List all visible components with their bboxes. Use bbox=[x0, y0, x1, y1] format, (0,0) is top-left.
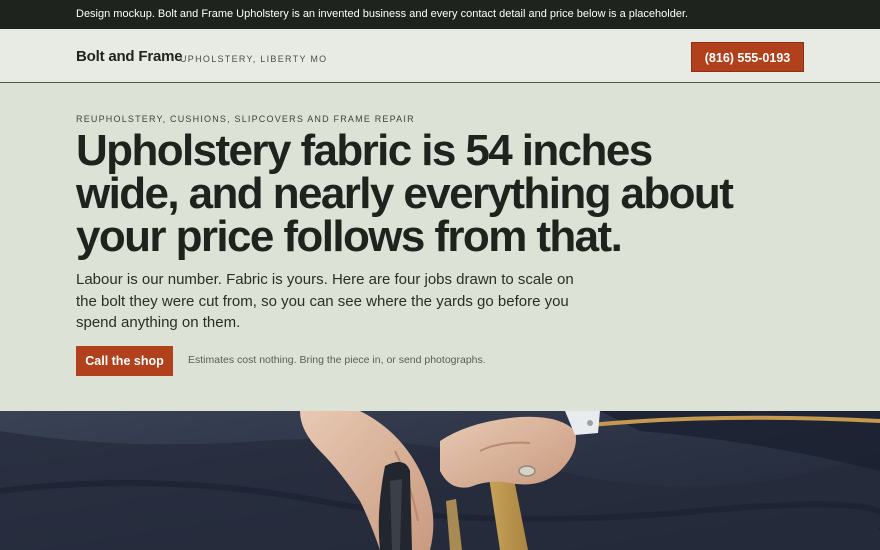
estimate-note: Estimates cost nothing. Bring the piece … bbox=[188, 354, 486, 366]
hero-lede: Labour is our number. Fabric is yours. H… bbox=[76, 271, 574, 331]
hero-eyebrow: REUPHOLSTERY, CUSHIONS, SLIPCOVERS AND F… bbox=[76, 114, 415, 124]
hero-headline: Upholstery fabric is 54 inches wide, and… bbox=[76, 126, 734, 261]
mockup-notice-text: Design mockup. Bolt and Frame Upholstery… bbox=[76, 8, 689, 20]
hero-photo bbox=[0, 411, 880, 550]
fabric-cutting-photo bbox=[0, 411, 880, 550]
phone-call-button[interactable]: (816) 555-0193 bbox=[691, 42, 804, 72]
brand-tagline: UPHOLSTERY, LIBERTY MO bbox=[180, 54, 328, 64]
mockup-notice-bar: Design mockup. Bolt and Frame Upholstery… bbox=[0, 0, 880, 29]
hero-section: REUPHOLSTERY, CUSHIONS, SLIPCOVERS AND F… bbox=[0, 84, 880, 411]
brand-name[interactable]: Bolt and Frame bbox=[76, 48, 183, 65]
call-shop-button[interactable]: Call the shop bbox=[76, 346, 173, 376]
site-header: Bolt and Frame UPHOLSTERY, LIBERTY MO (8… bbox=[0, 29, 880, 83]
